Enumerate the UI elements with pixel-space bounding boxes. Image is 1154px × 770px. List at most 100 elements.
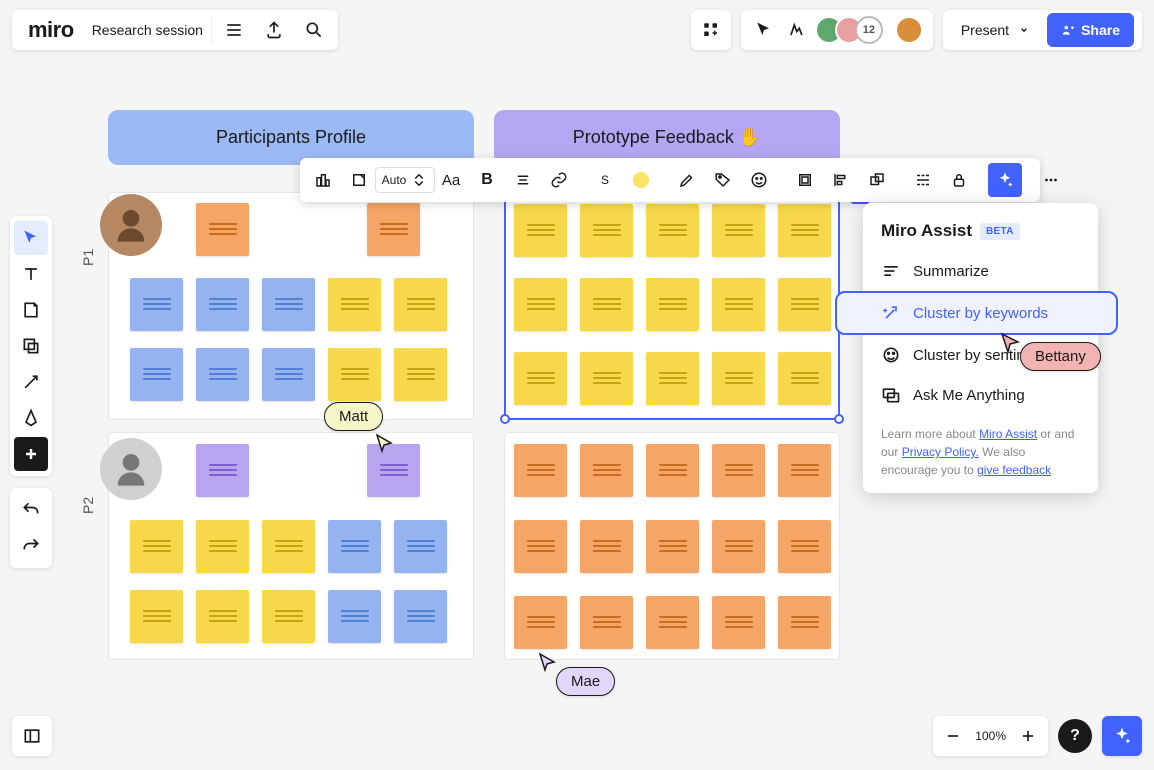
- sticky-note[interactable]: [514, 352, 567, 405]
- sticky-note[interactable]: [778, 596, 831, 649]
- ai-footer-link-feedback[interactable]: give feedback: [977, 463, 1051, 477]
- sticky-note[interactable]: [196, 590, 249, 643]
- search-icon[interactable]: [296, 12, 332, 48]
- sticky-note[interactable]: [262, 590, 315, 643]
- sticky-note[interactable]: [580, 204, 633, 257]
- width-auto[interactable]: Auto: [388, 163, 422, 197]
- sticky-note[interactable]: [367, 203, 420, 256]
- current-user-avatar[interactable]: [895, 16, 923, 44]
- section-header-feedback[interactable]: Prototype Feedback ✋: [494, 110, 840, 165]
- sticky-note[interactable]: [778, 204, 831, 257]
- sticky-note[interactable]: [262, 278, 315, 331]
- sticky-note[interactable]: [778, 278, 831, 331]
- bring-front-icon[interactable]: [860, 163, 894, 197]
- ai-footer-link-privacy[interactable]: Privacy Policy.: [902, 445, 979, 459]
- emoji-icon[interactable]: [742, 163, 776, 197]
- menu-icon[interactable]: [216, 12, 252, 48]
- sticky-note[interactable]: [580, 352, 633, 405]
- redo-button[interactable]: [14, 529, 48, 563]
- pointer-mode-icon[interactable]: [751, 12, 777, 48]
- sticky-note[interactable]: [580, 520, 633, 573]
- more-tools[interactable]: [14, 437, 48, 471]
- sticky-note[interactable]: [646, 352, 699, 405]
- sticky-note[interactable]: [646, 596, 699, 649]
- zoom-out-button[interactable]: [939, 718, 967, 754]
- sticky-note[interactable]: [394, 348, 447, 401]
- sticky-note[interactable]: [328, 278, 381, 331]
- board-name[interactable]: Research session: [88, 16, 212, 44]
- sticky-note[interactable]: [196, 520, 249, 573]
- sticky-note[interactable]: [262, 348, 315, 401]
- section-header-participants[interactable]: Participants Profile: [108, 110, 474, 165]
- sticky-note[interactable]: [712, 444, 765, 497]
- bold-icon[interactable]: B: [470, 163, 504, 197]
- switch-type-icon[interactable]: [306, 163, 340, 197]
- ai-cluster-keywords[interactable]: Cluster by keywords: [835, 291, 1118, 335]
- tidy-icon[interactable]: [906, 163, 940, 197]
- apps-button[interactable]: [691, 10, 731, 50]
- sticky-note[interactable]: [514, 520, 567, 573]
- ai-corner-button[interactable]: [1102, 716, 1142, 756]
- ai-assist-icon[interactable]: [988, 163, 1022, 197]
- sticky-note[interactable]: [514, 596, 567, 649]
- link-icon[interactable]: [542, 163, 576, 197]
- sticky-note[interactable]: [196, 203, 249, 256]
- align-left-icon[interactable]: [824, 163, 858, 197]
- frames-panel-button[interactable]: [12, 716, 52, 756]
- zoom-level[interactable]: 100%: [971, 729, 1010, 743]
- select-tool[interactable]: [14, 221, 48, 255]
- sticky-note[interactable]: [196, 278, 249, 331]
- connector-tool[interactable]: [14, 365, 48, 399]
- export-icon[interactable]: [256, 12, 292, 48]
- sticky-note[interactable]: [646, 444, 699, 497]
- sticky-note[interactable]: [328, 590, 381, 643]
- avatar-p1[interactable]: [100, 194, 162, 256]
- size-s[interactable]: S: [588, 163, 622, 197]
- logo[interactable]: miro: [18, 17, 84, 43]
- zoom-in-button[interactable]: [1014, 718, 1042, 754]
- sticky-note[interactable]: [514, 278, 567, 331]
- pen-tool[interactable]: [14, 401, 48, 435]
- sticky-note[interactable]: [514, 204, 567, 257]
- ai-summarize[interactable]: Summarize: [863, 251, 1098, 291]
- sticky-note[interactable]: [130, 520, 183, 573]
- sticky-note[interactable]: [580, 596, 633, 649]
- sticky-note[interactable]: [580, 444, 633, 497]
- sticky-note[interactable]: [580, 278, 633, 331]
- reactions-icon[interactable]: [783, 12, 809, 48]
- tag-icon[interactable]: [706, 163, 740, 197]
- sticky-note[interactable]: [778, 352, 831, 405]
- sticky-note[interactable]: [196, 348, 249, 401]
- sticky-note[interactable]: [712, 204, 765, 257]
- sticky-note[interactable]: [328, 348, 381, 401]
- ai-footer-link-assist[interactable]: Miro Assist: [979, 427, 1037, 441]
- sticky-note[interactable]: [328, 520, 381, 573]
- share-button[interactable]: Share: [1047, 13, 1134, 47]
- sticky-note[interactable]: [130, 278, 183, 331]
- sticky-note[interactable]: [394, 520, 447, 573]
- sticky-note[interactable]: [712, 352, 765, 405]
- sticky-note-tool[interactable]: [14, 293, 48, 327]
- highlight-icon[interactable]: [670, 163, 704, 197]
- font-icon[interactable]: Aa: [434, 163, 468, 197]
- sticky-note[interactable]: [646, 520, 699, 573]
- shape-style-icon[interactable]: [342, 163, 376, 197]
- fill-color[interactable]: [624, 163, 658, 197]
- lock-icon[interactable]: [942, 163, 976, 197]
- sticky-note[interactable]: [712, 278, 765, 331]
- align-icon[interactable]: [506, 163, 540, 197]
- collaborator-avatars[interactable]: 12: [815, 16, 883, 44]
- sticky-note[interactable]: [394, 590, 447, 643]
- sticky-note[interactable]: [646, 278, 699, 331]
- text-tool[interactable]: [14, 257, 48, 291]
- more-icon[interactable]: [1034, 163, 1068, 197]
- sticky-note[interactable]: [514, 444, 567, 497]
- sticky-note[interactable]: [262, 520, 315, 573]
- sticky-note[interactable]: [130, 348, 183, 401]
- sticky-note[interactable]: [646, 204, 699, 257]
- help-button[interactable]: ?: [1058, 719, 1092, 753]
- avatar-p2[interactable]: [100, 438, 162, 500]
- sticky-note[interactable]: [778, 520, 831, 573]
- sticky-note[interactable]: [712, 596, 765, 649]
- sticky-note[interactable]: [712, 520, 765, 573]
